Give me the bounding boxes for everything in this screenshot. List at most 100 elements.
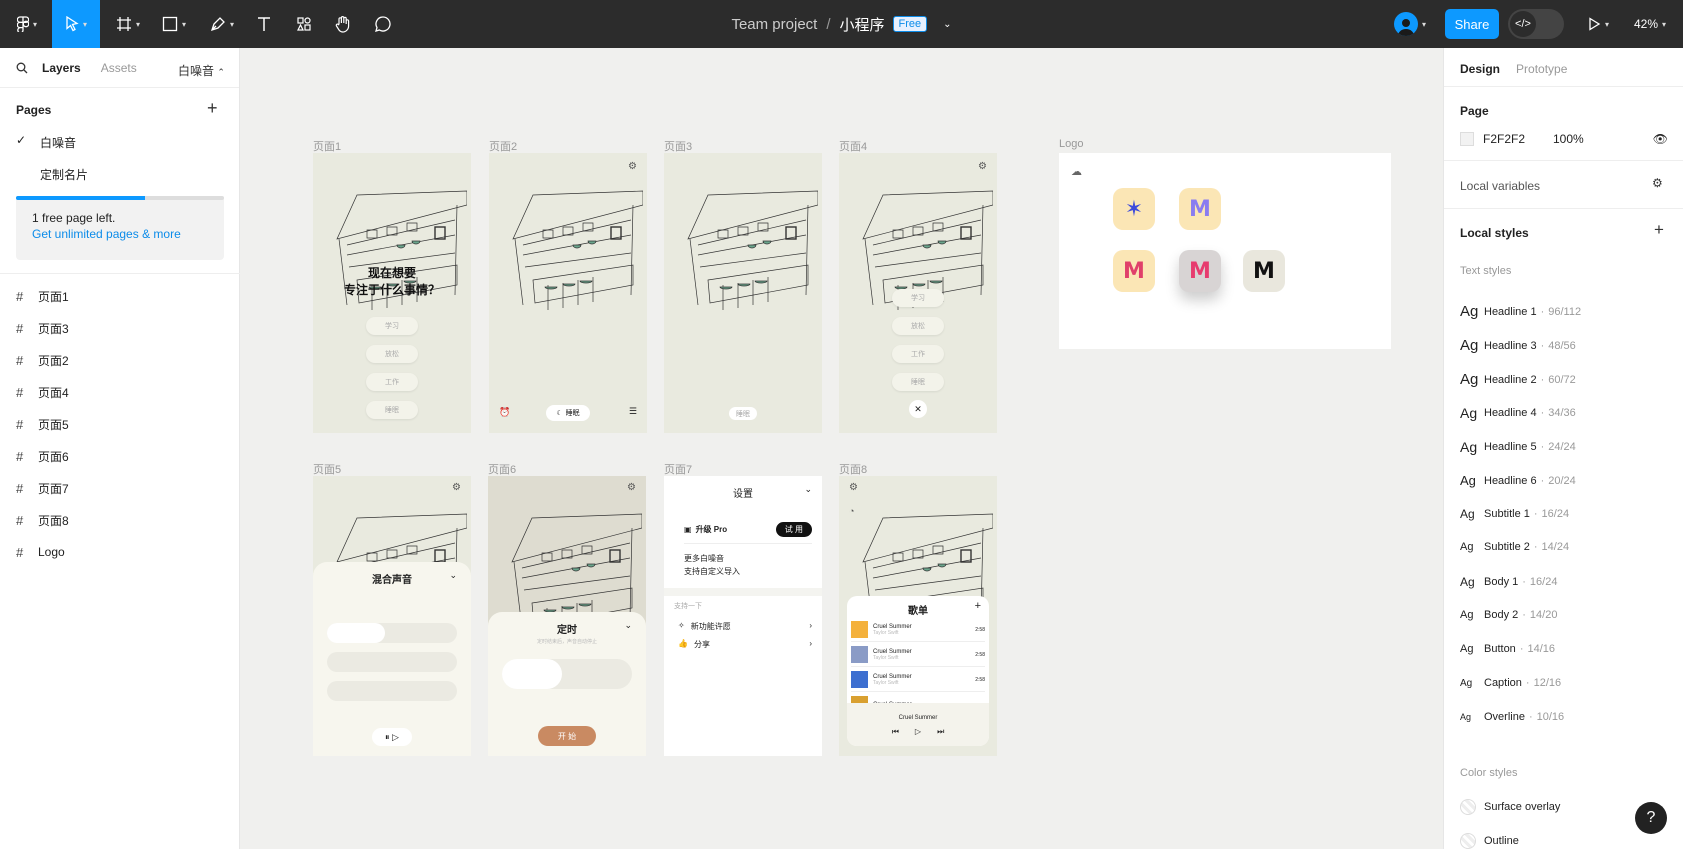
- color-style-outline[interactable]: Outline: [1460, 833, 1519, 849]
- hand-tool-button[interactable]: [330, 0, 356, 48]
- text-style-item[interactable]: Ag Headline 4 · 34/36: [1460, 405, 1576, 421]
- layer-item[interactable]: # 页面4: [16, 382, 69, 402]
- zoom-menu[interactable]: 42% ▾: [1624, 0, 1676, 48]
- app-icon-variant-4[interactable]: M: [1179, 250, 1221, 292]
- frame-tool-button[interactable]: ▾: [110, 0, 146, 48]
- tab-prototype[interactable]: Prototype: [1516, 62, 1567, 76]
- page-color-swatch[interactable]: [1460, 132, 1474, 146]
- layer-item[interactable]: # 页面6: [16, 446, 69, 466]
- close-button[interactable]: ✕: [909, 400, 927, 418]
- text-style-item[interactable]: Ag Button · 14/16: [1460, 643, 1555, 655]
- song-row[interactable]: Cruel Summer Taylor Swift 2:58: [851, 618, 985, 642]
- app-icon-variant-2[interactable]: M: [1179, 188, 1221, 230]
- canvas[interactable]: 页面1 现在想要 专注于什么事情？ 学习 放松 工作 睡眠 页面2 ⚙ ⏰ ☾ 睡…: [241, 48, 1443, 849]
- frame-label[interactable]: Logo: [1059, 138, 1083, 150]
- chip-work[interactable]: 工作: [366, 373, 418, 391]
- previous-icon[interactable]: ⏮: [892, 727, 899, 737]
- local-variables-row[interactable]: Local variables: [1460, 179, 1540, 193]
- layer-item[interactable]: # 页面3: [16, 318, 69, 338]
- volume-slider[interactable]: [327, 623, 457, 643]
- search-icon[interactable]: [16, 62, 28, 74]
- text-style-item[interactable]: Ag Headline 5 · 24/24: [1460, 439, 1576, 455]
- settings-icon[interactable]: ⚙: [628, 161, 637, 172]
- figma-menu-button[interactable]: ▾: [10, 0, 44, 48]
- frame-label[interactable]: 页面3: [664, 138, 692, 154]
- tab-design[interactable]: Design: [1460, 62, 1500, 76]
- app-icon-variant-1[interactable]: ✶: [1113, 188, 1155, 230]
- frame-label[interactable]: 页面7: [664, 461, 692, 477]
- shape-tool-button[interactable]: ▾: [156, 0, 192, 48]
- wish-row[interactable]: ✧ 新功能许愿 ›: [678, 621, 812, 632]
- chevron-down-icon[interactable]: ⌄: [449, 570, 457, 581]
- app-icon-variant-3[interactable]: M: [1113, 250, 1155, 292]
- text-style-item[interactable]: Ag Headline 3 · 48/56: [1460, 337, 1576, 354]
- move-tool-button[interactable]: ▾: [52, 0, 100, 48]
- page-color-hex[interactable]: F2F2F2: [1483, 132, 1553, 146]
- comment-tool-button[interactable]: [370, 0, 396, 48]
- upsell-link[interactable]: Get unlimited pages & more: [32, 227, 181, 241]
- chip-study[interactable]: 学习: [892, 289, 944, 307]
- frame-label[interactable]: 页面1: [313, 138, 341, 154]
- sliders-icon[interactable]: ☰: [629, 406, 637, 417]
- text-style-item[interactable]: Ag Headline 1 · 96/112: [1460, 303, 1581, 320]
- layer-item[interactable]: # Logo: [16, 542, 65, 562]
- text-style-item[interactable]: Ag Headline 6 · 20/24: [1460, 473, 1576, 488]
- file-name[interactable]: 小程序: [840, 14, 885, 35]
- current-page-dropdown[interactable]: 白噪音 ⌃: [178, 62, 225, 79]
- frame-label[interactable]: 页面2: [489, 138, 517, 154]
- frame-page1[interactable]: 现在想要 专注于什么事情？ 学习 放松 工作 睡眠: [313, 153, 471, 433]
- page-opacity[interactable]: 100%: [1553, 132, 1584, 146]
- tab-layers[interactable]: Layers: [42, 61, 81, 75]
- song-row[interactable]: Cruel Summer Taylor Swift 2:58: [851, 668, 985, 692]
- text-style-item[interactable]: Ag Overline · 10/16: [1460, 711, 1564, 723]
- text-style-item[interactable]: Ag Body 1 · 16/24: [1460, 575, 1557, 589]
- settings-icon[interactable]: ⚙: [452, 482, 461, 493]
- text-style-item[interactable]: Ag Body 2 · 14/20: [1460, 609, 1557, 621]
- settings-icon[interactable]: ⚙: [978, 161, 987, 172]
- chip-sleep[interactable]: 睡眠: [892, 373, 944, 391]
- layer-item[interactable]: # 页面5: [16, 414, 69, 434]
- dev-mode-toggle[interactable]: </>: [1508, 9, 1564, 39]
- layer-item[interactable]: # 页面8: [16, 510, 69, 530]
- frame-logo[interactable]: ☁ ✶ M M M M: [1059, 153, 1391, 349]
- frame-page8[interactable]: ⚙ ◔ 歌单 + Cruel Summer Taylor Swift 2:58 Cru…: [839, 476, 997, 756]
- text-style-item[interactable]: Ag Headline 2 · 60/72: [1460, 371, 1576, 388]
- resources-button[interactable]: [292, 0, 316, 48]
- frame-label[interactable]: 页面8: [839, 461, 867, 477]
- play-icon[interactable]: ▷: [915, 727, 921, 737]
- sleep-pill[interactable]: ☾ 睡眠: [546, 405, 590, 421]
- volume-slider[interactable]: [327, 681, 457, 701]
- chevron-down-icon[interactable]: ⌄: [624, 620, 632, 631]
- file-menu-chevron-icon[interactable]: ⌄: [943, 19, 951, 30]
- play-pause-pill[interactable]: ⏸ ▷: [372, 728, 412, 746]
- layer-item[interactable]: # 页面7: [16, 478, 69, 498]
- help-button[interactable]: ?: [1635, 802, 1667, 834]
- settings-icon[interactable]: ⚙: [627, 482, 636, 493]
- song-row[interactable]: Cruel Summer Taylor Swift 2:58: [851, 643, 985, 667]
- share-button[interactable]: Share: [1445, 9, 1499, 39]
- chip-sleep[interactable]: 睡眠: [366, 401, 418, 419]
- frame-page3[interactable]: 睡眠: [664, 153, 822, 433]
- alarm-icon[interactable]: ⏰: [499, 407, 510, 418]
- text-style-item[interactable]: Ag Caption · 12/16: [1460, 677, 1561, 689]
- volume-slider[interactable]: [327, 652, 457, 672]
- frame-page7[interactable]: 设置 ⌄ ▣ 升级 Pro 试 用 更多白噪音 支持自定义导入 支持一下 ✧ 新功…: [664, 476, 822, 756]
- frame-label[interactable]: 页面4: [839, 138, 867, 154]
- text-style-item[interactable]: Ag Subtitle 1 · 16/24: [1460, 507, 1569, 521]
- frame-label[interactable]: 页面6: [488, 461, 516, 477]
- add-style-icon[interactable]: +: [1654, 220, 1664, 240]
- user-avatar-button[interactable]: ▾: [1386, 0, 1434, 48]
- project-name[interactable]: Team project: [731, 16, 817, 33]
- text-tool-button[interactable]: [252, 0, 276, 48]
- layer-item[interactable]: # 页面1: [16, 286, 69, 306]
- trial-button[interactable]: 试 用: [775, 522, 812, 537]
- page-item-card[interactable]: 定制名片: [40, 166, 88, 183]
- text-style-item[interactable]: Ag Subtitle 2 · 14/24: [1460, 541, 1569, 553]
- start-button[interactable]: 开 始: [538, 726, 596, 746]
- eye-icon[interactable]: 👁: [1653, 132, 1668, 146]
- frame-page5[interactable]: ⚙ 混合声音 ⌄ ⏸ ▷: [313, 476, 471, 756]
- frame-label[interactable]: 页面5: [313, 461, 341, 477]
- chip-relax[interactable]: 放松: [366, 345, 418, 363]
- sleep-pill[interactable]: 睡眠: [729, 407, 757, 420]
- chip-study[interactable]: 学习: [366, 317, 418, 335]
